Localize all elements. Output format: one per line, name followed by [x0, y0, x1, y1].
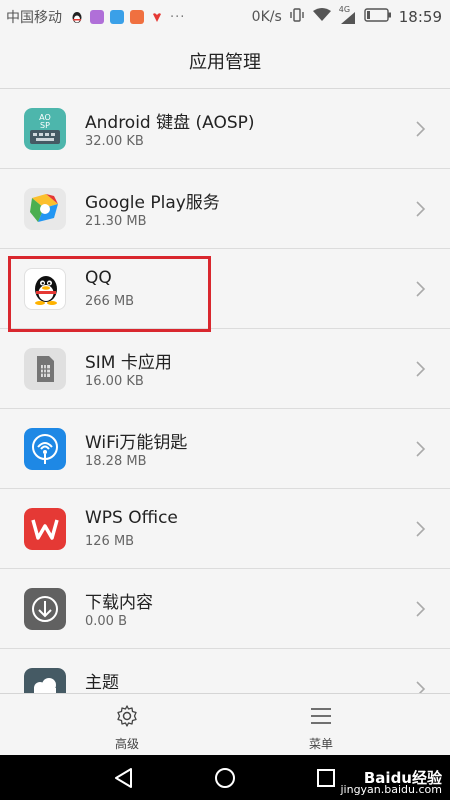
chevron-right-icon — [416, 681, 426, 693]
home-icon[interactable] — [212, 765, 238, 791]
app-list[interactable]: AO SP Android 键盘 (AOSP) 32.00 KB Google … — [0, 89, 450, 693]
app-name: WPS Office — [85, 508, 178, 528]
chevron-right-icon — [416, 281, 426, 297]
list-item[interactable]: 主题 — [0, 649, 450, 693]
net-speed: 0K/s — [251, 9, 282, 25]
app-size: 16.00 KB — [85, 374, 144, 389]
qq-penguin-icon — [24, 268, 66, 310]
menu-icon — [311, 708, 331, 724]
list-item[interactable]: 下载内容 0.00 B — [0, 569, 450, 649]
download-icon — [24, 588, 66, 630]
app-size: 0.00 B — [85, 614, 127, 629]
wifi-key-icon — [24, 428, 66, 470]
system-nav-bar: Baidu经验 jingyan.baidu.com — [0, 755, 450, 800]
chevron-right-icon — [416, 361, 426, 377]
carrier-label: 中国移动 — [6, 10, 62, 26]
list-item[interactable]: WPS Office 126 MB — [0, 489, 450, 569]
app-name: Android 键盘 (AOSP) — [85, 113, 255, 133]
baidu-watermark: Baidu经验 jingyan.baidu.com — [340, 771, 442, 796]
theme-icon — [24, 668, 66, 693]
menu-label: 菜单 — [308, 737, 333, 751]
app-name: Google Play服务 — [85, 193, 220, 213]
app-name: 主题 — [85, 673, 119, 693]
sim-card-icon — [24, 348, 66, 390]
title-bar: 应用管理 — [0, 34, 450, 89]
list-item[interactable]: Google Play服务 21.30 MB — [0, 169, 450, 249]
signal-icon: 4G — [339, 5, 357, 25]
page-title: 应用管理 — [189, 52, 261, 73]
list-item[interactable]: AO SP Android 键盘 (AOSP) 32.00 KB — [0, 89, 450, 169]
app-name: WiFi万能钥匙 — [85, 433, 188, 453]
list-item[interactable]: QQ 266 MB — [0, 249, 450, 329]
menu-button[interactable]: 菜单 — [261, 694, 381, 756]
app-size: 21.30 MB — [85, 214, 147, 229]
app-name: SIM 卡应用 — [85, 353, 172, 373]
qq-icon — [70, 10, 84, 24]
app-size: 18.28 MB — [85, 454, 147, 469]
list-item[interactable]: WiFi万能钥匙 18.28 MB — [0, 409, 450, 489]
chevron-right-icon — [416, 121, 426, 137]
watermark-url: jingyan.baidu.com — [340, 783, 442, 796]
chevron-right-icon — [416, 601, 426, 617]
clock: 18:59 — [398, 8, 442, 26]
wifi-icon — [312, 7, 332, 27]
recents-icon[interactable] — [313, 765, 339, 791]
bottom-action-bar: 高级 菜单 — [0, 693, 450, 756]
recorder-icon — [130, 10, 144, 24]
vibrate-icon — [289, 7, 305, 27]
back-icon[interactable] — [111, 765, 137, 791]
google-play-services-icon — [24, 188, 66, 230]
app-size: 32.00 KB — [85, 134, 144, 149]
chevron-right-icon — [416, 441, 426, 457]
app-size: 126 MB — [85, 534, 135, 549]
advanced-label: 高级 — [114, 737, 139, 751]
battery-icon — [364, 8, 392, 26]
app-name: 下载内容 — [85, 593, 153, 613]
wps-office-icon — [24, 508, 66, 550]
svg-text:SP: SP — [40, 121, 50, 130]
sms-icon — [110, 10, 124, 24]
gear-icon — [117, 705, 137, 727]
chevron-right-icon — [416, 521, 426, 537]
status-bar: 中国移动 ··· 0K/s 4G 18:59 — [0, 0, 450, 34]
list-item[interactable]: SIM 卡应用 16.00 KB — [0, 329, 450, 409]
huawei-icon — [150, 10, 164, 24]
android-keyboard-icon: AO SP — [24, 108, 66, 150]
app-name: QQ — [85, 268, 112, 288]
gallery-icon — [90, 10, 104, 24]
chevron-right-icon — [416, 201, 426, 217]
advanced-button[interactable]: 高级 — [67, 694, 187, 756]
app-size: 266 MB — [85, 294, 135, 309]
more-notifications: ··· — [170, 9, 186, 25]
